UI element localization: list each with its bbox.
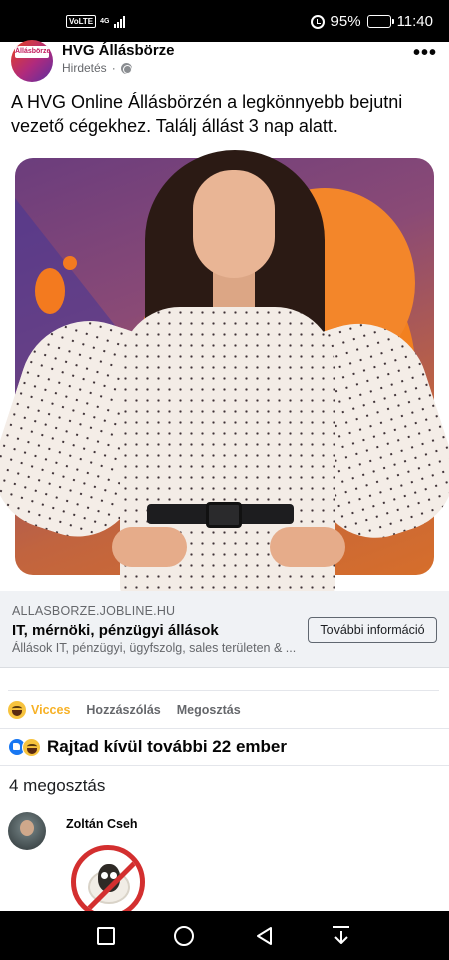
post-meta: Hirdetés · [62,61,132,75]
network-type: 4G [100,18,110,25]
meta-separator: · [111,61,116,75]
link-description: Állások IT, pénzügyi, ügyfszolg, sales t… [12,641,297,655]
reactions-summary[interactable]: Rajtad kívül további 22 ember [8,737,287,757]
post-text: A HVG Online Állásbörzén a legkönnyebb b… [11,92,403,136]
link-preview-card[interactable]: ALLASBORZE.JOBLINE.HU IT, mérnöki, pénzü… [0,591,449,668]
commenter-name[interactable]: Zoltán Cseh [66,817,138,831]
ad-image[interactable] [0,142,449,591]
home-nav-icon[interactable] [174,926,194,946]
clock: 11:40 [396,13,433,30]
post-header: Állásbörze HVG Állásbörze Hirdetés · ••• [0,40,449,87]
share-label: Megosztás [176,702,241,717]
system-nav-bar [0,911,449,960]
reactions-count-text: Rajtad kívül további 22 ember [47,737,287,756]
page-name[interactable]: HVG Állásbörze [62,42,175,59]
sponsored-label[interactable]: Hirdetés [62,61,107,75]
divider [0,728,449,729]
globe-icon [120,62,132,74]
status-bar: VoLTE 4G 95% 11:40 [0,0,449,42]
haha-reaction-icon [8,700,26,719]
link-title: IT, mérnöki, pénzügyi állások [12,622,219,639]
notification-pull-icon[interactable] [331,925,351,947]
divider [0,765,449,766]
battery-percent: 95% [330,13,361,30]
shares-count[interactable]: 4 megosztás [9,776,105,796]
back-nav-icon[interactable] [255,926,275,946]
reaction-button[interactable]: Vicces [8,700,71,719]
status-left: VoLTE 4G [66,15,125,28]
square-nav-icon[interactable] [97,927,115,945]
more-info-button[interactable]: További információ [308,617,437,643]
commenter-avatar[interactable] [8,812,46,850]
comment-label: Hozzászólás [86,702,161,717]
reaction-label: Vicces [31,702,71,717]
more-options-icon[interactable]: ••• [413,43,437,63]
volte-indicator: VoLTE [66,15,97,28]
page-avatar[interactable]: Állásbörze [11,40,53,82]
haha-reaction-icon [22,737,41,757]
link-domain: ALLASBORZE.JOBLINE.HU [12,604,176,618]
page-logo-icon: Állásbörze [15,46,50,58]
status-right: 95% 11:40 [310,13,433,30]
comment-sticker [71,845,145,919]
battery-icon [366,15,394,28]
post-action-bar: Vicces Hozzászólás Megosztás [8,690,439,728]
alarm-icon [310,14,325,29]
share-button[interactable]: Megosztás [177,703,241,717]
comment-button[interactable]: Hozzászólás [86,703,160,717]
ad-model-photo [0,142,449,591]
signal-icon [113,15,125,28]
